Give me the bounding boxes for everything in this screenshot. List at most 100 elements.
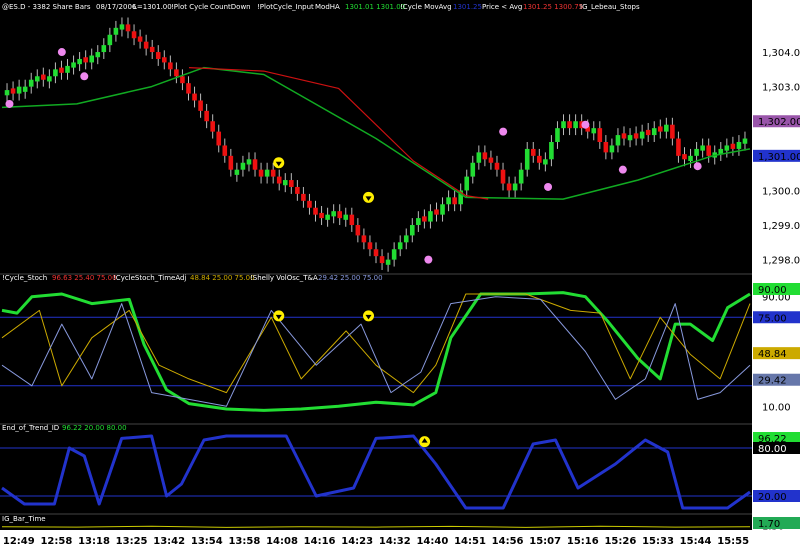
modha-values: 1301.01 1301.00 xyxy=(345,3,405,11)
value-badge-label: 90.00 xyxy=(758,285,787,296)
candle-body xyxy=(627,135,633,141)
candle-body xyxy=(506,183,512,191)
candle-body xyxy=(125,24,131,32)
lebeau-stop-dot xyxy=(544,182,553,191)
candle-body xyxy=(53,69,58,77)
candle-body xyxy=(161,57,167,63)
candle-body xyxy=(95,52,101,58)
candle-body xyxy=(349,214,355,226)
candle-body xyxy=(397,242,403,250)
candle-body xyxy=(4,90,10,96)
y-tick-label: 1,300.00 xyxy=(762,186,800,197)
candle-body xyxy=(603,142,609,153)
candle-body xyxy=(391,249,397,260)
candle-body xyxy=(555,128,560,142)
candle-body xyxy=(543,159,548,165)
candle-body xyxy=(518,169,524,184)
candle-body xyxy=(597,128,603,142)
candle-body xyxy=(34,76,40,82)
candle-body xyxy=(670,124,675,139)
candle-body xyxy=(379,256,385,264)
candle-body xyxy=(337,211,343,219)
lebeau-stop-dot xyxy=(424,255,433,264)
candle-body xyxy=(180,76,185,84)
time-tick-label: 15:44 xyxy=(680,536,712,547)
candle-body xyxy=(355,225,361,236)
candle-body xyxy=(83,57,88,63)
candle-body xyxy=(482,152,488,160)
candle-body xyxy=(16,86,22,94)
candle-body xyxy=(476,152,482,163)
candle-body xyxy=(276,176,282,184)
last-price-label: L=1301.00 xyxy=(133,3,172,11)
shelly-volosc-values: 29.42 25.00 75.00 xyxy=(318,274,383,282)
lebeau-stop-dot xyxy=(581,120,590,129)
candle-body xyxy=(77,58,82,65)
candle-body xyxy=(174,69,179,77)
candle-body xyxy=(512,183,518,191)
lebeau-stop-dot xyxy=(693,162,702,171)
candle-body xyxy=(373,249,379,257)
candle-body xyxy=(464,176,470,191)
candle-body xyxy=(71,62,76,68)
candle-body xyxy=(736,142,742,149)
candle-body xyxy=(216,131,222,146)
candle-body xyxy=(301,193,306,201)
candle-body xyxy=(222,145,228,156)
candle-body xyxy=(264,169,270,177)
value-badge-label: 1,301.00 xyxy=(758,152,800,163)
cycle-stoch-label: !Cycle_Stoch xyxy=(2,274,47,282)
lebeau-stop-dot xyxy=(57,48,66,57)
candle-body xyxy=(107,34,113,46)
candle-body xyxy=(210,121,215,132)
candle-body xyxy=(28,79,34,87)
candle-body xyxy=(651,128,657,136)
y-tick-label: 10.00 xyxy=(762,402,791,413)
bar-time-label: IG_Bar_Time xyxy=(2,515,46,523)
candle-body xyxy=(700,145,705,151)
candle-body xyxy=(113,27,119,35)
candle-body xyxy=(676,138,681,156)
plotcycle-input-label: !PlotCycle_Input xyxy=(257,3,314,11)
stoch-panel-header: !Cycle_Stoch 96.63 25.40 75.00 !CycleSto… xyxy=(2,274,383,282)
time-tick-label: 15:55 xyxy=(717,536,749,547)
candle-body xyxy=(361,235,367,243)
price-avg-label: Price < Avg xyxy=(482,3,522,11)
candle-body xyxy=(192,93,197,101)
y-tick-label: 1,303.00 xyxy=(762,83,800,94)
candle-body xyxy=(234,169,240,175)
time-tick-label: 15:07 xyxy=(529,536,561,547)
y-tick-label: 1,299.00 xyxy=(762,221,800,232)
candle-body xyxy=(204,110,209,122)
time-tick-label: 12:58 xyxy=(40,536,72,547)
y-tick-label: 1,298.00 xyxy=(762,256,800,267)
date-label: 08/17/2006 xyxy=(96,3,137,11)
candle-body xyxy=(319,212,324,219)
time-tick-label: 14:51 xyxy=(454,536,486,547)
time-tick-label: 15:26 xyxy=(604,536,636,547)
lebeau-stop-dot xyxy=(499,127,508,136)
candle-body xyxy=(524,148,530,170)
candle-body xyxy=(500,169,506,184)
candle-body xyxy=(10,88,16,94)
candle-body xyxy=(530,148,536,156)
candle-body xyxy=(168,62,173,70)
candle-body xyxy=(47,76,52,82)
candle-body xyxy=(742,138,748,144)
time-tick-label: 14:23 xyxy=(341,536,373,547)
time-tick-label: 15:16 xyxy=(567,536,599,547)
candle-body xyxy=(488,157,494,163)
candle-body xyxy=(706,145,711,156)
candle-body xyxy=(240,162,246,170)
candle-body xyxy=(591,128,597,134)
candle-body xyxy=(282,180,288,186)
candle-body xyxy=(657,126,663,132)
y-tick-label: 1,304.00 xyxy=(762,48,800,59)
candle-body xyxy=(561,121,566,129)
candle-body xyxy=(440,204,445,215)
candle-body xyxy=(367,242,373,250)
candle-body xyxy=(252,159,258,170)
cycle-movavg-value: 1301.25 xyxy=(453,3,482,11)
candle-body xyxy=(428,211,433,222)
candle-body xyxy=(289,180,294,187)
